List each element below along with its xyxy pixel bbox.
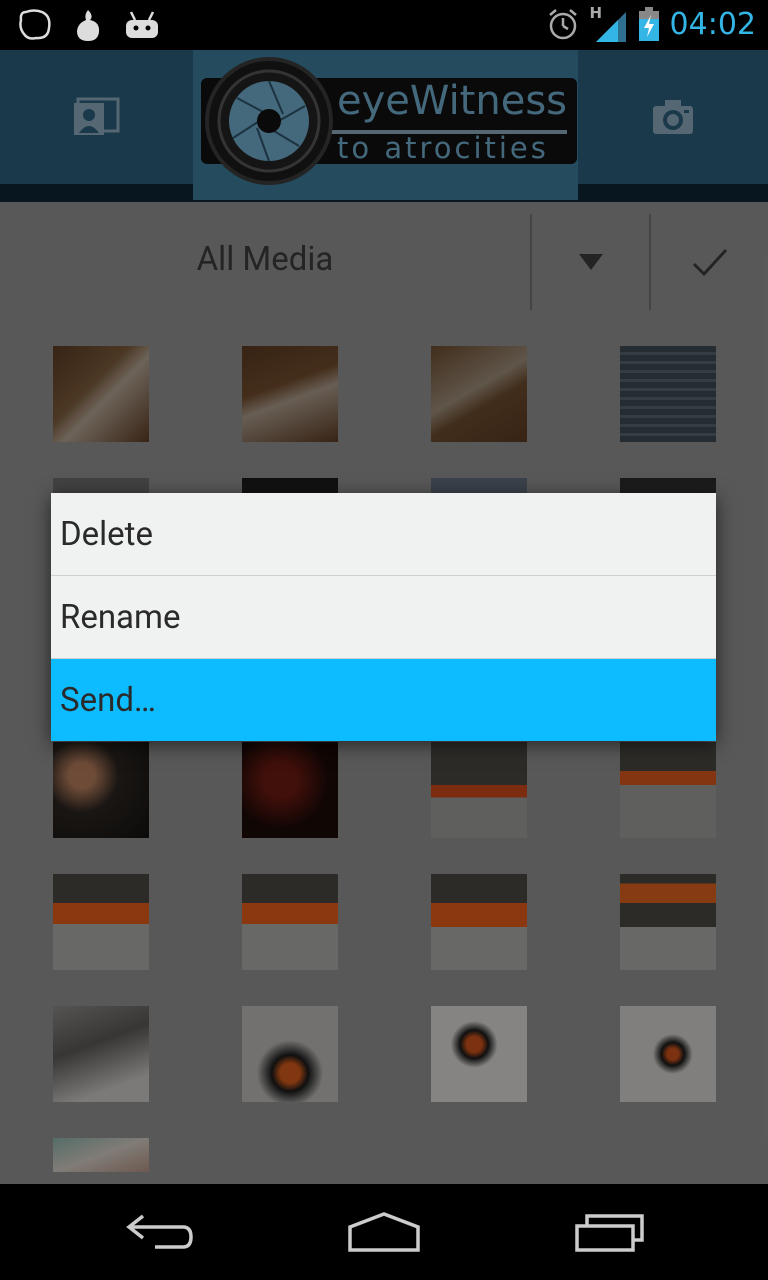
home-button[interactable] bbox=[334, 1204, 434, 1260]
back-button[interactable] bbox=[110, 1204, 210, 1260]
navigation-bar bbox=[0, 1184, 768, 1280]
menu-item-rename[interactable]: Rename bbox=[51, 576, 716, 659]
menu-item-delete[interactable]: Delete bbox=[51, 493, 716, 576]
clock-time: 04:02 bbox=[669, 6, 756, 42]
alarm-icon bbox=[548, 9, 577, 40]
system-status: H 04:02 bbox=[546, 4, 756, 42]
signal-icon: H bbox=[590, 4, 628, 42]
menu-item-send[interactable]: Send… bbox=[51, 659, 716, 741]
android-icon bbox=[126, 11, 158, 38]
back-icon bbox=[126, 1214, 193, 1249]
notification-icons bbox=[18, 8, 160, 42]
home-icon bbox=[348, 1212, 420, 1252]
recent-apps-button[interactable] bbox=[560, 1204, 660, 1260]
context-menu: Delete Rename Send… bbox=[51, 493, 716, 741]
fire-icon bbox=[77, 10, 100, 41]
chat-bubble-icon bbox=[19, 9, 51, 40]
status-bar: H 04:02 bbox=[0, 0, 768, 50]
battery-charging-icon bbox=[638, 7, 659, 41]
recent-apps-icon bbox=[575, 1214, 644, 1252]
